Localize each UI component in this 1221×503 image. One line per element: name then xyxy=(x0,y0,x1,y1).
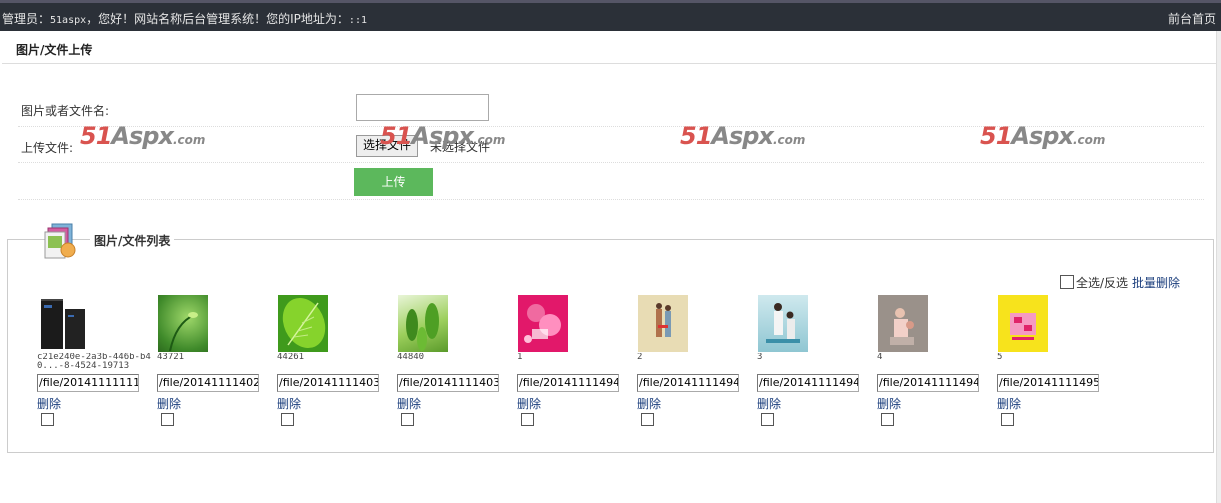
upload-panel-title: 图片/文件上传 xyxy=(16,43,93,57)
select-all-control: 全选/反选 批量删除 xyxy=(1060,274,1180,291)
file-name-input[interactable] xyxy=(356,94,489,121)
file-path-field[interactable]: /file/20141111495 xyxy=(997,374,1099,392)
file-select-checkbox[interactable] xyxy=(281,413,294,426)
file-thumbnail[interactable] xyxy=(758,295,808,352)
file-select-checkbox[interactable] xyxy=(761,413,774,426)
file-name-text: 43721 xyxy=(157,353,185,362)
file-path-field[interactable]: /file/20141111494 xyxy=(757,374,859,392)
file-thumbnail[interactable] xyxy=(638,295,688,352)
file-stack-icon xyxy=(44,223,76,259)
file-name-text: 2 xyxy=(637,353,643,362)
no-file-chosen-text: 未选择文件 xyxy=(430,140,491,154)
file-select-checkbox[interactable] xyxy=(881,413,894,426)
upload-button[interactable]: 上传 xyxy=(354,168,433,196)
delete-link[interactable]: 删除 xyxy=(997,395,1021,412)
admin-username: 51aspx xyxy=(50,15,87,26)
file-select-checkbox[interactable] xyxy=(161,413,174,426)
delete-link[interactable]: 删除 xyxy=(877,395,901,412)
select-all-checkbox[interactable] xyxy=(1060,275,1074,289)
file-path-field[interactable]: /file/20141111494 xyxy=(517,374,619,392)
greeting-middle: ，您好！网站名称后台管理系统！您的IP地址为： xyxy=(86,12,349,26)
delete-link[interactable]: 删除 xyxy=(157,395,181,412)
file-list-title: 图片/文件列表 xyxy=(90,232,175,249)
file-path-field[interactable]: /file/20141111111 xyxy=(37,374,139,392)
file-name-text: 3 xyxy=(757,353,763,362)
file-thumbnail[interactable] xyxy=(998,295,1048,352)
batch-delete-link[interactable]: 批量删除 xyxy=(1132,276,1180,290)
file-select-checkbox[interactable] xyxy=(641,413,654,426)
delete-link[interactable]: 删除 xyxy=(37,395,61,412)
file-path-field[interactable]: /file/20141111494 xyxy=(877,374,979,392)
file-name-text: 44261 xyxy=(277,353,305,362)
ip-address: ::1 xyxy=(348,15,367,26)
delete-link[interactable]: 删除 xyxy=(397,395,421,412)
file-select-checkbox[interactable] xyxy=(41,413,54,426)
upload-panel-header: 图片/文件上传 xyxy=(2,31,1216,64)
greeting-prefix: 管理员： xyxy=(2,12,51,26)
frontend-home-link[interactable]: 前台首页 xyxy=(1168,10,1216,27)
file-thumbnail[interactable] xyxy=(878,295,928,352)
upload-row: 上传 xyxy=(18,163,1204,200)
admin-top-bar: 管理员：51aspx，您好！网站名称后台管理系统！您的IP地址为：::1 前台首… xyxy=(0,0,1221,31)
choose-file-button[interactable]: 选择文件 xyxy=(356,135,419,157)
file-path-field[interactable]: /file/20141111494 xyxy=(637,374,739,392)
file-thumbnail[interactable] xyxy=(398,295,448,352)
file-select-checkbox[interactable] xyxy=(401,413,414,426)
file-row: 上传文件: 选择文件 未选择文件 xyxy=(18,127,1204,163)
file-name-text: 44840 xyxy=(397,353,425,362)
file-thumbnail[interactable] xyxy=(38,295,88,352)
file-name-text: 4 xyxy=(877,353,883,362)
file-thumbnail[interactable] xyxy=(158,295,208,352)
delete-link[interactable]: 删除 xyxy=(277,395,301,412)
file-path-field[interactable]: /file/20141111403 xyxy=(277,374,379,392)
file-path-field[interactable]: /file/20141111403 xyxy=(397,374,499,392)
file-thumbnail[interactable] xyxy=(278,295,328,352)
file-name-text: 5 xyxy=(997,353,1003,362)
page-scrollbar[interactable] xyxy=(1216,31,1221,503)
file-thumbnail[interactable] xyxy=(518,295,568,352)
file-select-checkbox[interactable] xyxy=(521,413,534,426)
file-name-text: c21e240e-2a3b-446b-b40...-8-4524-19713 xyxy=(37,353,151,371)
file-name-label: 图片或者文件名: xyxy=(21,104,110,118)
delete-link[interactable]: 删除 xyxy=(757,395,781,412)
file-path-field[interactable]: /file/20141111402 xyxy=(157,374,259,392)
upload-file-label: 上传文件: xyxy=(21,141,74,155)
file-name-text: 1 xyxy=(517,353,523,362)
select-all-label[interactable]: 全选/反选 xyxy=(1076,276,1128,290)
file-select-checkbox[interactable] xyxy=(1001,413,1014,426)
admin-greeting: 管理员：51aspx，您好！网站名称后台管理系统！您的IP地址为：::1 xyxy=(2,10,367,27)
delete-link[interactable]: 删除 xyxy=(517,395,541,412)
name-row: 图片或者文件名: xyxy=(18,92,1204,127)
delete-link[interactable]: 删除 xyxy=(637,395,661,412)
